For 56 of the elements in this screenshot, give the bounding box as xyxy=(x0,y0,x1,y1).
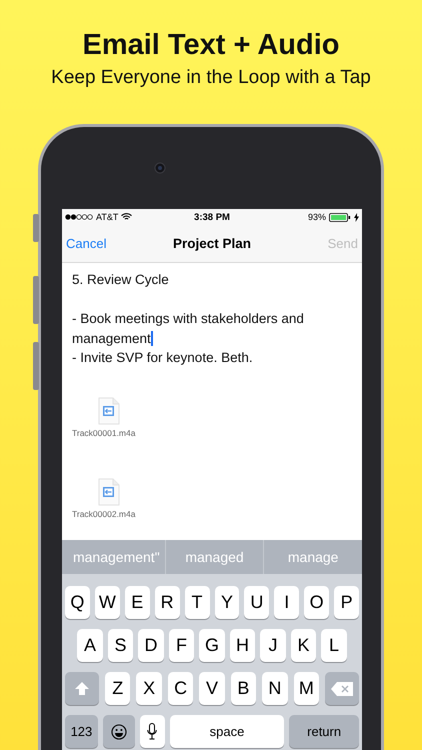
headline: Email Text + Audio xyxy=(82,28,340,62)
key[interactable]: G xyxy=(199,629,225,662)
key[interactable]: V xyxy=(199,672,225,705)
battery-icon xyxy=(329,212,351,222)
shift-key[interactable] xyxy=(65,672,99,705)
camera-icon xyxy=(154,162,166,174)
key[interactable]: D xyxy=(138,629,164,662)
space-key[interactable]: space xyxy=(170,715,284,748)
cancel-button[interactable]: Cancel xyxy=(66,236,106,251)
status-time: 3:38 PM xyxy=(194,212,230,222)
shift-icon xyxy=(75,682,89,695)
key[interactable]: H xyxy=(230,629,256,662)
microphone-key[interactable] xyxy=(140,715,165,748)
key[interactable]: T xyxy=(184,586,210,619)
body-text: - Invite SVP for keynote. Beth. xyxy=(72,349,254,367)
key[interactable]: U xyxy=(244,586,270,619)
key[interactable]: B xyxy=(230,672,256,705)
key[interactable]: Z xyxy=(104,672,130,705)
key[interactable]: E xyxy=(124,586,150,619)
battery-percent: 93% xyxy=(308,212,326,222)
delete-icon xyxy=(331,682,353,696)
key[interactable]: A xyxy=(77,629,103,662)
key[interactable]: Q xyxy=(64,586,90,619)
wifi-icon xyxy=(121,213,132,221)
key[interactable]: R xyxy=(154,586,180,619)
signal-icon xyxy=(65,214,93,220)
body-text: 5. Review Cycle xyxy=(72,271,170,289)
key[interactable]: J xyxy=(260,629,286,662)
key[interactable]: M xyxy=(294,672,320,705)
emoji-icon xyxy=(110,724,127,740)
key[interactable]: W xyxy=(94,586,120,619)
numbers-key[interactable]: 123 xyxy=(65,715,98,748)
audio-file-icon[interactable] xyxy=(98,396,120,424)
key[interactable]: L xyxy=(321,629,347,662)
attachment-name: Track00001.m4a xyxy=(72,428,136,438)
microphone-icon xyxy=(147,723,158,740)
carrier-name: AT&T xyxy=(96,212,118,222)
key[interactable]: Y xyxy=(214,586,240,619)
delete-key[interactable] xyxy=(325,672,359,705)
key[interactable]: S xyxy=(108,629,134,662)
key[interactable]: N xyxy=(262,672,288,705)
key[interactable]: O xyxy=(304,586,330,619)
charging-icon xyxy=(354,212,359,222)
audio-file-icon[interactable] xyxy=(98,478,120,506)
key[interactable]: X xyxy=(136,672,162,705)
key[interactable]: C xyxy=(168,672,194,705)
key[interactable]: K xyxy=(290,629,316,662)
emoji-key[interactable] xyxy=(102,715,135,748)
attachment-name: Track00002.m4a xyxy=(72,508,136,518)
key[interactable]: I xyxy=(274,586,300,619)
key[interactable]: F xyxy=(168,629,194,662)
body-text: - Book meetings with stakeholders and management xyxy=(72,310,305,348)
return-key[interactable]: return xyxy=(289,715,359,748)
key[interactable]: P xyxy=(334,586,360,619)
nav-title: Project Plan xyxy=(172,236,252,251)
subheadline: Keep Everyone in the Loop with a Tap xyxy=(51,66,371,90)
